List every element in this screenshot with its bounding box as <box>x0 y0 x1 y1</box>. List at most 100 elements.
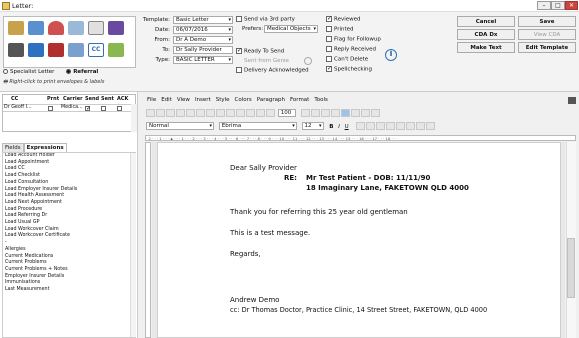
border-4-icon[interactable] <box>386 122 396 130</box>
border-5-icon[interactable] <box>396 122 406 130</box>
paragraph-icon[interactable] <box>246 109 255 117</box>
status-check-4[interactable]: Can't Delete <box>326 56 368 63</box>
list-item[interactable]: Current Problems <box>3 260 135 267</box>
cancel-button[interactable]: Cancel <box>457 16 515 27</box>
list-item[interactable]: Load Checklist <box>3 173 135 180</box>
menu-item-tools[interactable]: Tools <box>314 97 328 103</box>
printer-icon[interactable] <box>8 43 24 57</box>
scanner-icon[interactable] <box>28 43 44 57</box>
redo-icon[interactable] <box>236 109 245 117</box>
menu-item-colors[interactable]: Colors <box>235 97 252 103</box>
status-checkbox[interactable] <box>326 56 332 62</box>
save-icon[interactable] <box>166 109 175 117</box>
prefers-select[interactable]: Medical Objects ▾ <box>264 25 318 33</box>
italic-button[interactable]: I <box>338 124 340 130</box>
status-check-3[interactable]: Reply Received <box>326 46 376 53</box>
cut-icon[interactable] <box>196 109 205 117</box>
paste-icon[interactable] <box>216 109 225 117</box>
menu-item-view[interactable]: View <box>177 97 190 103</box>
referral-radio[interactable]: Referral <box>66 69 98 75</box>
border-1-icon[interactable] <box>356 122 366 130</box>
to-field[interactable]: Dr Sally Provider <box>173 46 233 54</box>
zoom-select[interactable]: 100 <box>277 109 296 117</box>
list-item[interactable]: Load Account Holder <box>3 153 135 160</box>
book-icon[interactable] <box>48 43 64 57</box>
minimize-button[interactable]: – <box>537 1 551 10</box>
ack-checkbox[interactable] <box>117 106 122 111</box>
style-select[interactable]: Normal ▾ <box>146 122 214 130</box>
grid-scrollbar[interactable] <box>131 104 137 132</box>
status-checkbox[interactable] <box>326 65 332 72</box>
status-check-1[interactable]: Printed <box>326 26 354 33</box>
font-size-select[interactable]: 12 ▾ <box>301 122 324 130</box>
new-icon[interactable] <box>146 109 155 117</box>
copy-icon[interactable] <box>108 43 124 57</box>
status-checkbox[interactable] <box>326 46 332 52</box>
notepad-icon[interactable] <box>68 43 84 57</box>
status-check-5[interactable]: Spellchecking <box>326 65 372 73</box>
list-item[interactable]: - <box>3 240 135 247</box>
template-select[interactable]: Basic Letter ▾ <box>173 16 233 24</box>
cda-dx-button[interactable]: CDA Dx <box>457 29 515 40</box>
tab-fields[interactable]: Fields <box>2 143 24 152</box>
menu-item-edit[interactable]: Edit <box>161 97 172 103</box>
document-page[interactable]: Dear Sally Provider RE: Mr Test Patient … <box>157 142 561 338</box>
list-item[interactable]: Load Health Assessment <box>3 193 135 200</box>
preview-icon[interactable] <box>186 109 195 117</box>
person-icon[interactable] <box>68 21 84 35</box>
date-field[interactable]: 06/07/2016 ▾ <box>173 26 233 34</box>
person-red-icon[interactable] <box>48 21 64 35</box>
view-cda-button[interactable]: View CDA <box>518 29 576 40</box>
list-item[interactable]: Load Workcover Certificate <box>3 233 135 240</box>
print-checkbox[interactable] <box>48 106 53 111</box>
justify-icon[interactable] <box>330 109 340 117</box>
envelope-icon[interactable] <box>28 21 44 35</box>
cc-icon[interactable]: CC <box>88 43 104 57</box>
border-2-icon[interactable] <box>366 122 376 130</box>
align-right-icon[interactable] <box>320 109 330 117</box>
status-checkbox[interactable] <box>326 36 332 42</box>
delivery-ack-check[interactable]: Delivery Acknowledged <box>236 67 309 74</box>
menu-item-format[interactable]: Format <box>290 97 309 103</box>
menu-item-style[interactable]: Style <box>216 97 230 103</box>
type-select[interactable]: BASIC LETTER ▾ <box>173 56 233 64</box>
from-select[interactable]: Dr A Demo ▾ <box>173 36 233 44</box>
close-button[interactable]: ✕ <box>565 1 578 10</box>
info-icon[interactable]: i <box>385 49 397 61</box>
menu-item-insert[interactable]: Insert <box>195 97 211 103</box>
print-icon[interactable] <box>176 109 185 117</box>
list-item[interactable]: Allergies <box>3 247 135 254</box>
field-list-scrollbar[interactable] <box>130 153 136 337</box>
status-checkbox[interactable] <box>326 26 332 32</box>
ready-to-send-check[interactable]: Ready To Send <box>236 47 284 55</box>
status-checkbox[interactable] <box>326 15 332 22</box>
indent-icon[interactable] <box>360 109 370 117</box>
menu-item-file[interactable]: File <box>147 97 156 103</box>
list-item[interactable]: Load Usual GP <box>3 220 135 227</box>
border-7-icon[interactable] <box>416 122 426 130</box>
document-icon[interactable] <box>88 21 104 35</box>
font-select[interactable]: Ebrima ▾ <box>218 122 297 130</box>
outdent-icon[interactable] <box>370 109 380 117</box>
align-left-icon[interactable] <box>300 109 310 117</box>
send-3rd-party-check[interactable]: Send via 3rd party <box>236 16 295 23</box>
editor-options-icon[interactable] <box>568 97 576 104</box>
pen-icon[interactable] <box>108 21 124 35</box>
border-6-icon[interactable] <box>406 122 416 130</box>
list-item[interactable]: Last Measurement <box>3 287 135 294</box>
underline-button[interactable]: U <box>345 124 349 130</box>
document-scroll-thumb[interactable] <box>567 238 575 298</box>
send-checkbox[interactable] <box>85 105 91 112</box>
sent-checkbox[interactable] <box>101 106 106 111</box>
border-8-icon[interactable] <box>426 122 436 130</box>
tab-expressions[interactable]: Expressions <box>23 143 67 152</box>
address-card-icon[interactable] <box>8 21 24 35</box>
numbering-icon[interactable] <box>350 109 360 117</box>
list-item[interactable]: Current Problems + Notes <box>3 267 135 274</box>
align-center-icon[interactable] <box>310 109 320 117</box>
list-item[interactable]: Load Consultation <box>3 180 135 187</box>
undo-icon[interactable] <box>226 109 235 117</box>
border-3-icon[interactable] <box>376 122 386 130</box>
copy-text-icon[interactable] <box>206 109 215 117</box>
list-item[interactable]: Load Next Appointment <box>3 200 135 207</box>
